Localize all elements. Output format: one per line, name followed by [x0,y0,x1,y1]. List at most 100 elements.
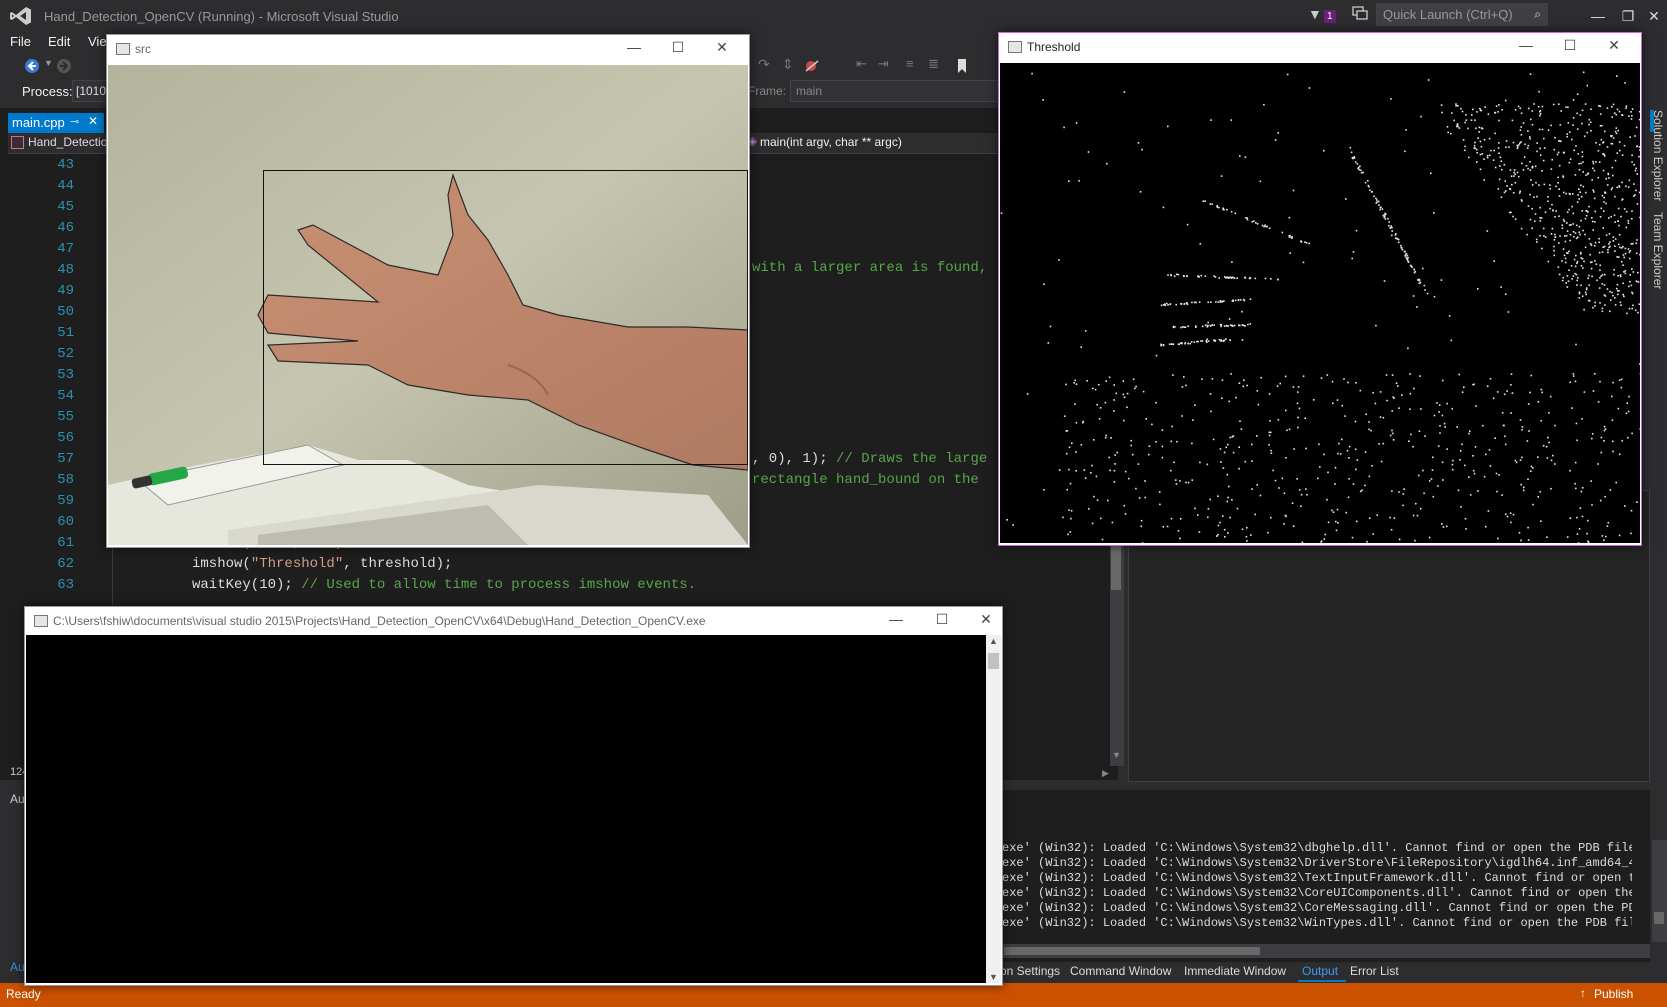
line-number: 61 [57,535,74,551]
console-minimize-button[interactable]: — [881,611,911,627]
notification-flag-icon[interactable]: ▼ [1308,6,1322,22]
src-title-bar[interactable]: src — ☐ ✕ [107,35,749,63]
code-fragment: waitKey(10); [192,577,302,593]
function-dropdown[interactable]: main(int argv, char ** argc) [760,135,902,149]
threshold-window-icon [1008,41,1022,53]
src-title: src [135,42,151,56]
feedback-icon[interactable] [1352,5,1368,21]
quick-launch-input[interactable]: Quick Launch (Ctrl+Q) ⌕ [1376,3,1548,26]
redo-icon[interactable]: ↷ [758,56,770,73]
sort-icon[interactable]: ⇕ [782,56,794,73]
stack-frame-dropdown[interactable]: main [790,80,1005,102]
src-window: src — ☐ ✕ [106,34,750,548]
autos-tab[interactable]: Au [10,792,25,806]
restore-button[interactable]: ❐ [1616,8,1640,25]
code-line-62: imshow("Threshold", threshold); [192,554,452,575]
code-string: "Threshold" [250,556,344,572]
threshold-close-button[interactable]: ✕ [1599,37,1629,54]
code-fragment: , threshold); [343,556,453,572]
console-close-button[interactable]: ✕ [971,611,1001,628]
back-dropdown-icon[interactable]: ▼ [44,58,53,68]
output-line: exe' (Win32): Loaded 'C:\Windows\System3… [1002,901,1632,915]
close-button[interactable]: ✕ [1642,8,1666,25]
notification-count-badge[interactable]: 1 [1324,10,1336,23]
src-maximize-button[interactable]: ☐ [663,39,693,56]
publish-button[interactable]: Publish [1594,987,1633,1001]
close-tab-icon[interactable]: ✕ [88,114,98,128]
menu-edit[interactable]: Edit [48,34,70,49]
console-title-bar[interactable]: C:\Users\fshiw\documents\visual studio 2… [25,607,1002,635]
line-number: 54 [57,388,74,404]
tab-immediate-window[interactable]: Immediate Window [1184,964,1286,978]
threshold-window: Threshold — ☐ ✕ [998,32,1642,546]
line-number: 45 [57,199,74,215]
project-icon [11,136,24,149]
code-line-63: waitKey(10); // Used to allow time to pr… [192,575,696,596]
console-scrollbar[interactable]: ▲ ▼ [986,635,1001,983]
line-number: 58 [57,472,74,488]
scroll-down-icon[interactable]: ▼ [989,972,998,982]
outdent-icon[interactable]: ⇥ [878,56,889,72]
console-maximize-button[interactable]: ☐ [927,611,957,628]
threshold-maximize-button[interactable]: ☐ [1555,37,1585,54]
threshold-image [1000,63,1640,543]
output-line: exe' (Win32): Loaded 'C:\Windows\System3… [1002,871,1632,885]
console-scroll-thumb[interactable] [988,653,999,669]
quick-launch-placeholder: Quick Launch (Ctrl+Q) [1383,7,1513,22]
comment-icon[interactable]: ≡ [906,56,914,71]
tab-exception-settings[interactable]: on Settings [1000,964,1060,978]
code-comment: // Draws the large [836,451,988,467]
line-number: 57 [57,451,74,467]
line-number: 60 [57,514,74,530]
tab-main-cpp[interactable]: main.cpp ⊸ ✕ [8,113,104,133]
line-number: 59 [57,493,74,509]
tab-command-window[interactable]: Command Window [1070,964,1171,978]
search-icon[interactable]: ⌕ [1534,7,1541,22]
editor-scroll-thumb[interactable] [1111,540,1121,590]
code-fragment: , 0), 1); [752,451,837,467]
code-fragment: imshow( [192,556,251,572]
publish-arrow-icon[interactable]: ↑ [1580,986,1586,1000]
app-title: Hand_Detection_OpenCV (Running) - Micros… [44,9,399,24]
breakpoint-toggle-icon[interactable] [804,58,822,74]
line-number: 50 [57,304,74,320]
output-line: exe' (Win32): Loaded 'C:\Windows\System3… [1002,841,1632,855]
scroll-up-icon[interactable]: ▲ [989,636,998,646]
forward-icon[interactable] [56,58,72,74]
output-vertical-scrollbar[interactable] [1652,840,1667,942]
back-icon[interactable] [24,58,40,74]
tab-label: main.cpp [12,115,65,130]
autos-bottom-tab[interactable]: Au [10,960,25,974]
output-scroll-thumb[interactable] [1654,912,1664,924]
line-number: 62 [57,556,74,572]
indent-icon[interactable]: ⇤ [856,56,867,72]
src-close-button[interactable]: ✕ [707,39,737,56]
scroll-down-icon[interactable]: ▼ [1112,750,1121,760]
console-output[interactable] [26,635,986,983]
status-text: Ready [6,987,41,1001]
output-hscroll-thumb[interactable] [1004,947,1260,955]
menu-file[interactable]: File [10,34,31,49]
src-minimize-button[interactable]: — [619,39,649,55]
code-line-58: rectangle hand_bound on the [752,472,979,488]
tab-error-list[interactable]: Error List [1350,964,1399,978]
bookmark-icon[interactable] [956,58,968,74]
threshold-title-bar[interactable]: Threshold — ☐ ✕ [999,33,1641,61]
code-line-48: with a larger area is found, [752,260,988,276]
scroll-right-icon[interactable]: ▶ [1102,768,1109,779]
src-window-icon [116,43,130,55]
line-number: 47 [57,241,74,257]
output-line: exe' (Win32): Loaded 'C:\Windows\System3… [1002,916,1632,930]
frame-label: Frame: [748,84,787,98]
tab-output[interactable]: Output [1302,964,1338,978]
project-dropdown[interactable]: Hand_Detection [28,135,114,149]
console-window: C:\Users\fshiw\documents\visual studio 2… [24,606,1003,986]
src-camera-image [108,65,748,545]
uncomment-icon[interactable]: ≣ [928,56,939,72]
tab-team-explorer[interactable]: Team Explorer [1651,212,1665,289]
pin-icon[interactable]: ⊸ [70,115,79,128]
code-line-57: , 0), 1); // Draws the large [752,449,987,470]
minimize-button[interactable]: — [1586,8,1610,24]
threshold-minimize-button[interactable]: — [1511,37,1541,53]
line-number: 46 [57,220,74,236]
